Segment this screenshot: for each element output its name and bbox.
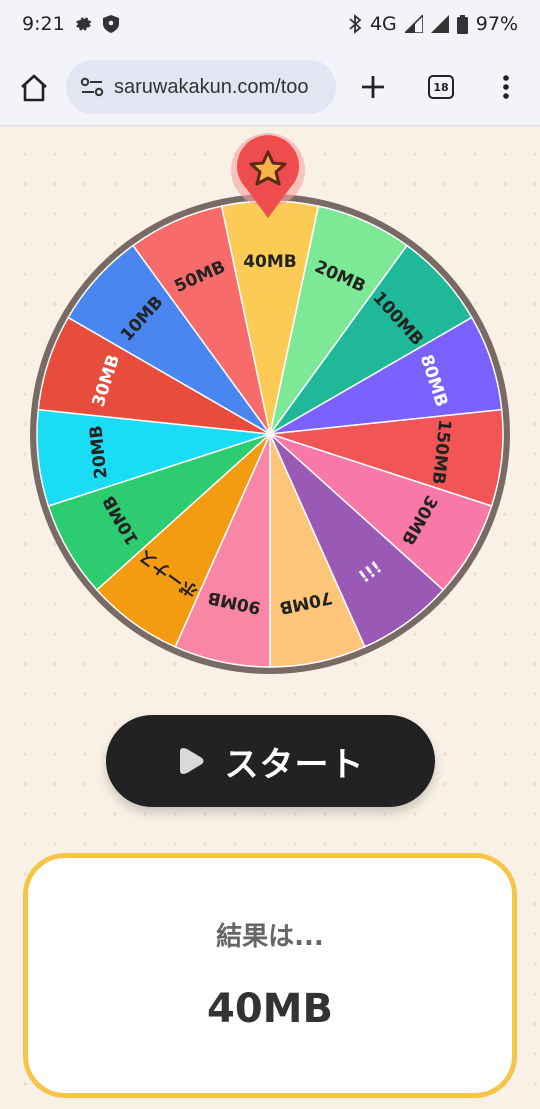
tab-switcher-button[interactable]: 18	[428, 75, 454, 99]
shield-icon	[102, 15, 119, 33]
roulette-wheel[interactable]: 40MB 20MB100MB80MB150MB30MB¡¡¡70MB90MBボーナ…	[28, 192, 512, 676]
play-icon	[179, 748, 203, 774]
status-left: 9:21	[22, 13, 119, 35]
battery-icon	[456, 14, 468, 34]
wheel-segment-label: 40MB	[243, 252, 297, 272]
tab-count: 18	[433, 80, 449, 94]
status-bar: 9:21 4G 97%	[0, 0, 540, 48]
signal-icon	[404, 15, 423, 33]
browser-toolbar: saruwakakun.com/too 18	[0, 48, 540, 126]
start-button[interactable]: スタート	[106, 715, 435, 807]
bluetooth-icon	[349, 14, 362, 34]
network-type: 4G	[369, 13, 397, 35]
signal-icon-2	[430, 15, 449, 33]
wheel-pointer	[231, 133, 305, 218]
result-heading: 結果は...	[216, 922, 324, 952]
battery-percent: 97%	[475, 13, 518, 35]
result-value: 40MB	[207, 986, 333, 1032]
home-icon[interactable]	[18, 72, 50, 104]
start-button-label: スタート	[224, 744, 365, 785]
url-text: saruwakakun.com/too	[114, 75, 309, 98]
settings-icon	[76, 17, 91, 31]
site-settings-icon[interactable]	[80, 77, 104, 97]
result-panel: 結果は... 40MB	[23, 853, 517, 1098]
status-right: 4G 97%	[348, 13, 518, 35]
new-tab-icon[interactable]	[358, 72, 388, 102]
more-menu-icon[interactable]	[494, 72, 518, 102]
status-time: 9:21	[22, 13, 65, 35]
address-bar[interactable]: saruwakakun.com/too	[66, 60, 336, 114]
